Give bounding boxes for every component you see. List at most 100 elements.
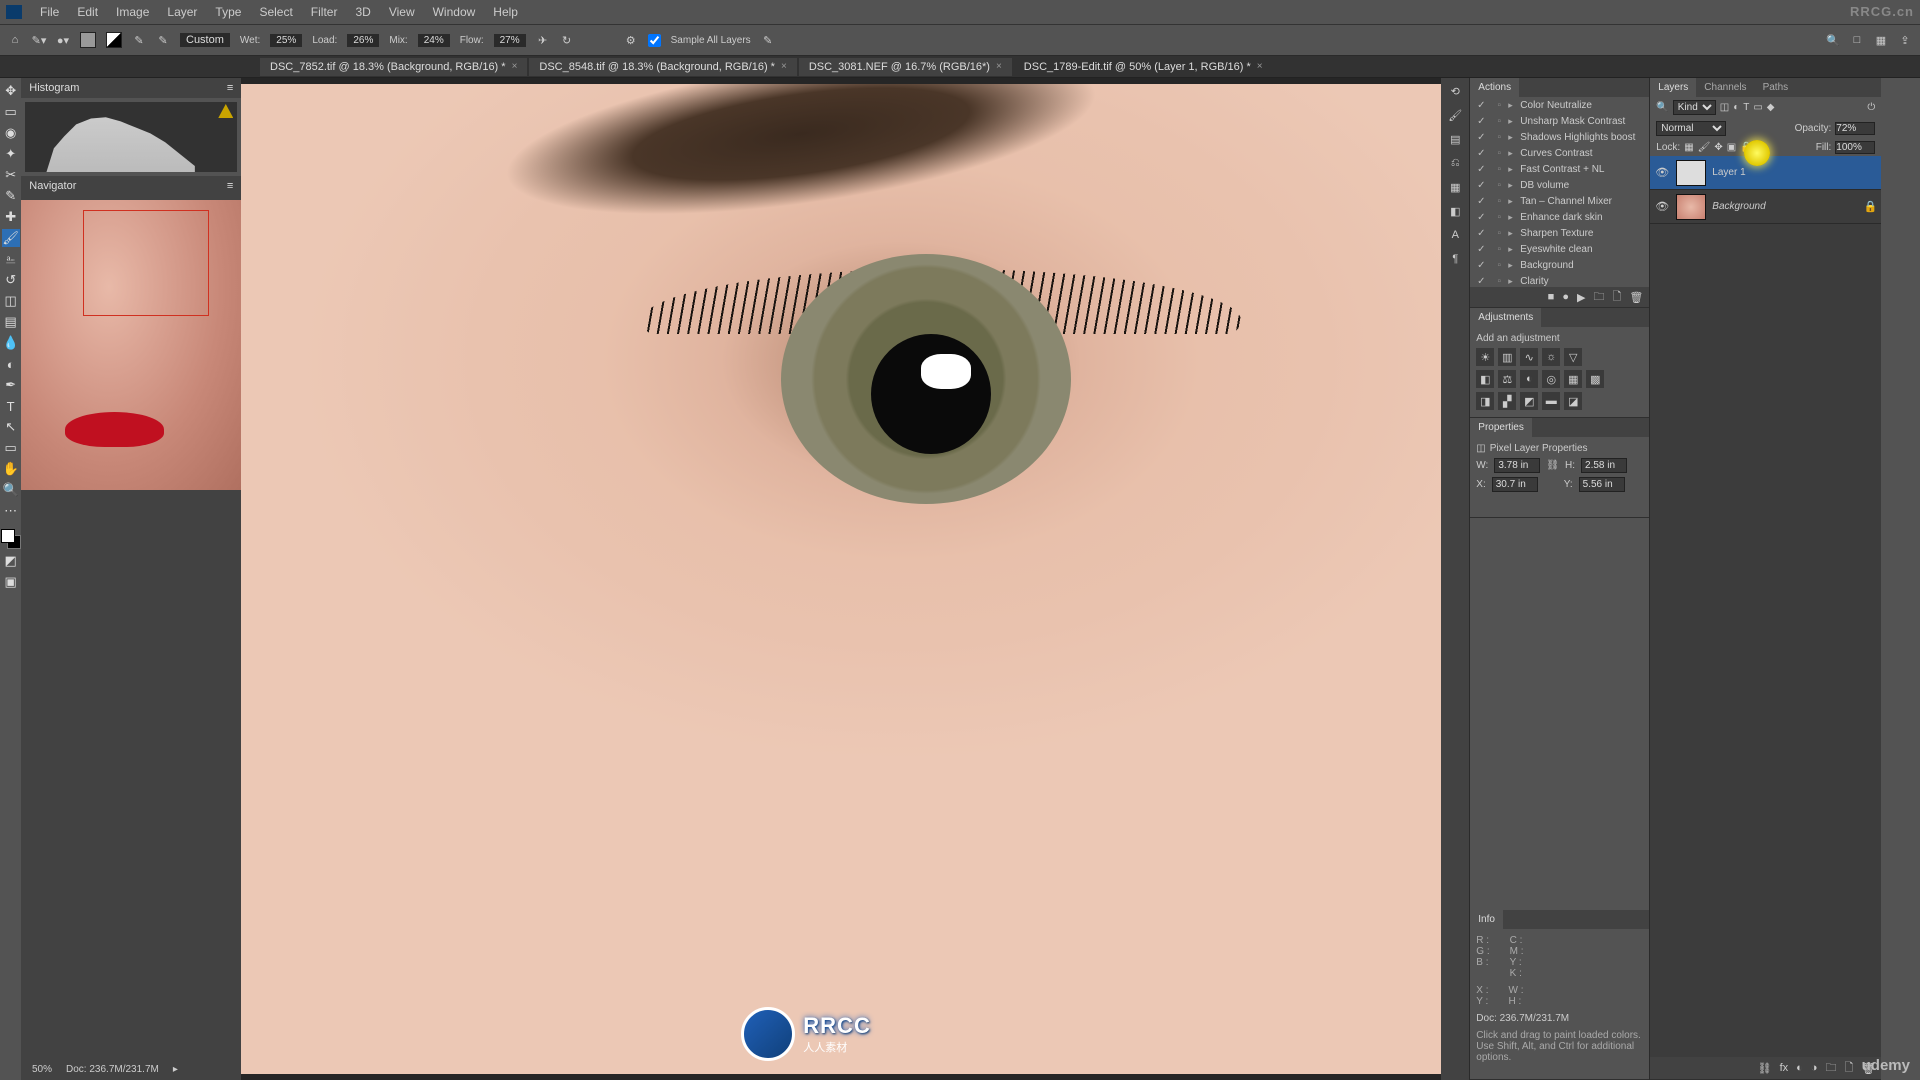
- hue-icon[interactable]: ◧: [1476, 370, 1494, 388]
- close-icon[interactable]: ×: [512, 61, 518, 72]
- crop-tool[interactable]: ✂: [2, 166, 20, 184]
- mode-select[interactable]: Custom: [180, 33, 230, 47]
- stamp-tool[interactable]: ⎁: [2, 250, 20, 268]
- share-icon[interactable]: ⇪: [1898, 33, 1912, 47]
- eraser-tool[interactable]: ◫: [2, 292, 20, 310]
- action-dialog-icon[interactable]: ▫: [1490, 260, 1508, 271]
- info-tab[interactable]: Info: [1470, 910, 1503, 929]
- filter-pixel-icon[interactable]: ◫: [1720, 102, 1729, 113]
- menu-image[interactable]: Image: [108, 3, 157, 21]
- new-set-icon[interactable]: 🗀: [1593, 288, 1604, 307]
- close-icon[interactable]: ×: [1257, 61, 1263, 72]
- clone-source-icon[interactable]: ⎌: [1448, 156, 1462, 170]
- load-value[interactable]: 26%: [347, 34, 379, 47]
- navigator-header[interactable]: Navigator ≡: [21, 176, 241, 196]
- action-dialog-icon[interactable]: ▫: [1490, 276, 1508, 287]
- screenmode-icon[interactable]: ▣: [2, 573, 20, 591]
- opacity-input[interactable]: [1835, 122, 1875, 135]
- threshold-icon[interactable]: ◩: [1520, 392, 1538, 410]
- edit-toolbar[interactable]: ⋯: [2, 502, 20, 520]
- mix-value[interactable]: 24%: [418, 34, 450, 47]
- blur-tool[interactable]: 💧: [2, 334, 20, 352]
- menu-view[interactable]: View: [381, 3, 423, 21]
- menu-window[interactable]: Window: [425, 3, 484, 21]
- action-row[interactable]: ✓ ▫ ▸ Sharpen Texture: [1470, 225, 1649, 241]
- stop-icon[interactable]: ■: [1548, 291, 1555, 303]
- quickmask-icon[interactable]: ◩: [2, 552, 20, 570]
- type-tool[interactable]: T: [2, 397, 20, 415]
- cache-warning-icon[interactable]: [218, 104, 233, 118]
- action-dialog-icon[interactable]: ▫: [1490, 196, 1508, 207]
- disclosure-icon[interactable]: ▸: [1508, 196, 1520, 207]
- action-dialog-icon[interactable]: ▫: [1490, 100, 1508, 111]
- action-row[interactable]: ✓ ▫ ▸ DB volume: [1470, 177, 1649, 193]
- action-dialog-icon[interactable]: ▫: [1490, 148, 1508, 159]
- menu-layer[interactable]: Layer: [159, 3, 205, 21]
- properties-tab[interactable]: Properties: [1470, 418, 1532, 437]
- action-row[interactable]: ✓ ▫ ▸ Unsharp Mask Contrast: [1470, 113, 1649, 129]
- link-layers-icon[interactable]: ⛓: [1758, 1062, 1772, 1075]
- canvas-area[interactable]: RRCC 人人素材: [241, 78, 1441, 1080]
- dodge-tool[interactable]: ◐: [2, 355, 20, 373]
- dry-brush-icon[interactable]: ✎: [156, 33, 170, 47]
- lock-trans-icon[interactable]: ▦: [1684, 142, 1693, 153]
- layer-mask-icon[interactable]: ◐: [1796, 1062, 1803, 1074]
- status-arrow-icon[interactable]: ▸: [173, 1064, 178, 1075]
- disclosure-icon[interactable]: ▸: [1508, 148, 1520, 159]
- settings-gear-icon[interactable]: ⚙: [624, 33, 638, 47]
- close-icon[interactable]: ×: [996, 61, 1002, 72]
- layers-tab[interactable]: Layers: [1650, 78, 1696, 97]
- action-dialog-icon[interactable]: ▫: [1490, 132, 1508, 143]
- layer-name[interactable]: Layer 1: [1712, 167, 1745, 178]
- action-row[interactable]: ✓ ▫ ▸ Eyeswhite clean: [1470, 241, 1649, 257]
- pen-tool[interactable]: ✒: [2, 376, 20, 394]
- disclosure-icon[interactable]: ▸: [1508, 276, 1520, 287]
- prop-h-input[interactable]: [1581, 458, 1627, 473]
- lock-artboard-icon[interactable]: ▣: [1727, 142, 1736, 153]
- action-toggle-icon[interactable]: ✓: [1472, 276, 1490, 287]
- character-panel-icon[interactable]: A: [1448, 228, 1462, 242]
- shape-tool[interactable]: ▭: [2, 439, 20, 457]
- delete-icon[interactable]: 🗑: [1629, 291, 1643, 304]
- action-dialog-icon[interactable]: ▫: [1490, 180, 1508, 191]
- action-dialog-icon[interactable]: ▫: [1490, 228, 1508, 239]
- menu-filter[interactable]: Filter: [303, 3, 346, 21]
- invert-icon[interactable]: ◨: [1476, 392, 1494, 410]
- menu-3d[interactable]: 3D: [347, 3, 378, 21]
- lock-position-icon[interactable]: ✥: [1714, 142, 1722, 153]
- levels-icon[interactable]: ▥: [1498, 348, 1516, 366]
- disclosure-icon[interactable]: ▸: [1508, 116, 1520, 127]
- new-group-icon[interactable]: 🗀: [1825, 1059, 1836, 1078]
- menu-select[interactable]: Select: [251, 3, 300, 21]
- disclosure-icon[interactable]: ▸: [1508, 212, 1520, 223]
- status-doc[interactable]: Doc: 236.7M/231.7M: [66, 1064, 159, 1075]
- healing-tool[interactable]: ✚: [2, 208, 20, 226]
- layer-thumbnail[interactable]: [1676, 194, 1706, 220]
- workspace-icon[interactable]: ▦: [1874, 33, 1888, 47]
- clean-brush-swatch[interactable]: [106, 32, 122, 48]
- visibility-icon[interactable]: 👁: [1654, 200, 1670, 213]
- action-toggle-icon[interactable]: ✓: [1472, 100, 1490, 111]
- adjustments-tab[interactable]: Adjustments: [1470, 308, 1541, 327]
- new-action-icon[interactable]: 🗋: [1612, 288, 1621, 307]
- exposure-icon[interactable]: ☼: [1542, 348, 1560, 366]
- brush-preset-icon[interactable]: ●▾: [56, 33, 70, 47]
- history-panel-icon[interactable]: ⟲: [1448, 84, 1462, 98]
- filter-type-icon[interactable]: T: [1743, 102, 1749, 113]
- status-zoom[interactable]: 50%: [32, 1064, 52, 1075]
- eyedropper-tool[interactable]: ✎: [2, 187, 20, 205]
- brightness-icon[interactable]: ☀: [1476, 348, 1494, 366]
- action-row[interactable]: ✓ ▫ ▸ Enhance dark skin: [1470, 209, 1649, 225]
- tab-2[interactable]: DSC_3081.NEF @ 16.7% (RGB/16*)×: [799, 58, 1012, 76]
- action-row[interactable]: ✓ ▫ ▸ Fast Contrast + NL: [1470, 161, 1649, 177]
- zoom-tool[interactable]: 🔍: [2, 481, 20, 499]
- action-row[interactable]: ✓ ▫ ▸ Curves Contrast: [1470, 145, 1649, 161]
- fill-input[interactable]: [1835, 141, 1875, 154]
- actions-list[interactable]: ✓ ▫ ▸ Color Neutralize✓ ▫ ▸ Unsharp Mask…: [1470, 97, 1649, 287]
- current-load-swatch[interactable]: [80, 32, 96, 48]
- action-toggle-icon[interactable]: ✓: [1472, 244, 1490, 255]
- brush-settings-icon[interactable]: ▤: [1448, 132, 1462, 146]
- tab-3[interactable]: DSC_1789-Edit.tif @ 50% (Layer 1, RGB/16…: [1014, 58, 1273, 76]
- layer-row[interactable]: 👁 Background 🔒: [1650, 190, 1881, 224]
- filter-smart-icon[interactable]: ◆: [1767, 102, 1775, 113]
